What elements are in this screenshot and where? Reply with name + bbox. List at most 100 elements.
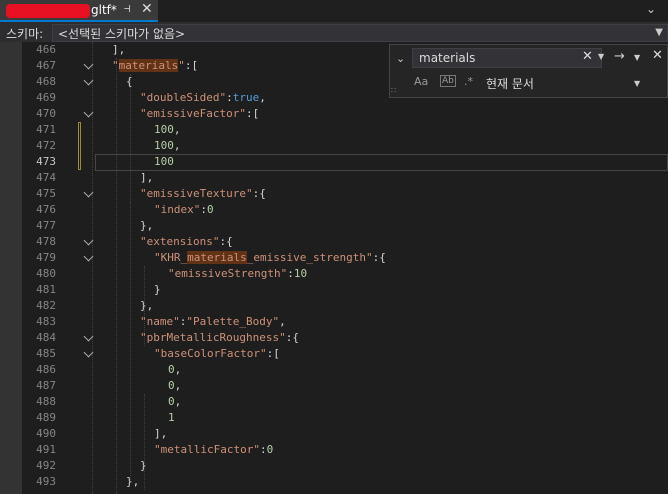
code-line[interactable]: 483 "name":"Palette_Body", (0, 314, 668, 330)
code-text: "emissiveTexture":{ (140, 187, 266, 200)
fold-chevron-icon[interactable] (83, 331, 94, 342)
fold-chevron-icon[interactable] (83, 75, 94, 86)
code-line[interactable]: 475 "emissiveTexture":{ (0, 186, 668, 202)
chevron-down-icon[interactable]: ⌄ (396, 52, 405, 65)
line-number: 487 (36, 379, 56, 392)
code-line[interactable]: 470 "emissiveFactor":[ (0, 106, 668, 122)
code-text: }, (140, 219, 154, 232)
regex-toggle[interactable]: .* (464, 75, 473, 88)
pin-icon[interactable]: ⊣ (124, 2, 131, 15)
code-line[interactable]: 492} (0, 458, 668, 474)
chevron-down-icon[interactable]: ▼ (634, 79, 640, 88)
code-line[interactable]: 486 0, (0, 362, 668, 378)
code-line[interactable]: 482}, (0, 298, 668, 314)
code-text: } (154, 283, 161, 296)
code-line[interactable]: 471 100, (0, 122, 668, 138)
code-text: 100, (154, 139, 181, 152)
resize-grip-icon[interactable]: ∷ (391, 86, 396, 95)
code-text: "materials":[ (112, 59, 199, 72)
line-number: 482 (36, 299, 56, 312)
code-line[interactable]: 485 "baseColorFactor":[ (0, 346, 668, 362)
code-line[interactable]: 487 0, (0, 378, 668, 394)
code-text: "emissiveFactor":[ (140, 107, 260, 120)
code-line[interactable]: 473 100 (0, 154, 668, 170)
line-number: 479 (36, 251, 56, 264)
fold-chevron-icon[interactable] (83, 59, 94, 70)
code-text: "emissiveStrength":10 (168, 267, 308, 280)
line-number: 471 (36, 123, 56, 136)
line-number: 492 (36, 459, 56, 472)
line-number: 469 (36, 91, 56, 104)
code-text: ], (112, 43, 126, 56)
find-history-dropdown-icon[interactable]: ▼ (598, 52, 604, 61)
schema-value: <선택된 스키마가 없음> (58, 27, 186, 41)
close-icon[interactable]: ✕ (652, 48, 663, 63)
code-line[interactable]: 472 100, (0, 138, 668, 154)
code-text: "index":0 (154, 203, 214, 216)
line-number: 478 (36, 235, 56, 248)
line-number: 470 (36, 107, 56, 120)
code-line[interactable]: 481} (0, 282, 668, 298)
code-line[interactable]: 474], (0, 170, 668, 186)
code-line[interactable]: 489 1 (0, 410, 668, 426)
fold-chevron-icon[interactable] (83, 187, 94, 198)
fold-chevron-icon[interactable] (83, 235, 94, 246)
line-number: 472 (36, 139, 56, 152)
code-line[interactable]: 476 "index":0 (0, 202, 668, 218)
code-line[interactable]: 484 "pbrMetallicRoughness":{ (0, 330, 668, 346)
code-line[interactable]: 477}, (0, 218, 668, 234)
code-text: "pbrMetallicRoughness":{ (140, 331, 299, 344)
code-line[interactable]: 490], (0, 426, 668, 442)
code-text: "name":"Palette_Body", (140, 315, 286, 328)
schema-bar: 스키마: <선택된 스키마가 없음> ▼ (0, 24, 668, 42)
code-line[interactable]: 480 "emissiveStrength":10 (0, 266, 668, 282)
line-number: 483 (36, 315, 56, 328)
code-text: 0, (168, 363, 182, 376)
document-tab[interactable]: gltf* ⊣ ✕ (0, 0, 158, 22)
fold-chevron-icon[interactable] (83, 107, 94, 118)
code-text: 0, (168, 379, 182, 392)
schema-dropdown[interactable]: <선택된 스키마가 없음> ▼ (52, 24, 668, 42)
redacted-filename (6, 4, 90, 18)
code-text: 0, (168, 395, 182, 408)
code-line[interactable]: 493}, (0, 474, 668, 490)
find-query: materials (419, 51, 476, 65)
code-text: "metallicFactor":0 (154, 443, 274, 456)
fold-chevron-icon[interactable] (83, 251, 94, 262)
code-text: "doubleSided":true, (140, 91, 266, 104)
line-number: 484 (36, 331, 56, 344)
line-number: 488 (36, 395, 56, 408)
line-number: 485 (36, 347, 56, 360)
code-text: ], (154, 427, 168, 440)
find-next-icon[interactable]: → (614, 49, 625, 64)
code-line[interactable]: 478 "extensions":{ (0, 234, 668, 250)
line-number: 473 (36, 155, 56, 168)
chevron-down-icon: ▼ (655, 27, 663, 38)
line-number: 489 (36, 411, 56, 424)
line-number: 481 (36, 283, 56, 296)
find-options-dropdown-icon[interactable]: ▼ (634, 53, 640, 62)
line-number: 480 (36, 267, 56, 280)
line-number: 490 (36, 427, 56, 440)
line-number: 486 (36, 363, 56, 376)
code-line[interactable]: 491 "metallicFactor":0 (0, 442, 668, 458)
find-scope[interactable]: 현재 문서 (486, 75, 534, 92)
line-number: 493 (36, 475, 56, 488)
code-editor[interactable]: 466], 467 "materials":[468 {469 "doubleSided… (0, 42, 668, 494)
document-tab-bar: gltf* ⊣ ✕ ⌄ (0, 0, 668, 24)
code-text: "baseColorFactor":[ (154, 347, 280, 360)
code-line[interactable]: 488 0, (0, 394, 668, 410)
code-text: ], (140, 171, 154, 184)
find-input[interactable]: materials (412, 48, 602, 68)
code-text: }, (140, 299, 154, 312)
line-number: 476 (36, 203, 56, 216)
code-text: } (140, 459, 147, 472)
fold-chevron-icon[interactable] (83, 347, 94, 358)
clear-icon[interactable]: ✕ (582, 49, 593, 64)
code-text: "KHR_materials_emissive_strength":{ (154, 251, 386, 264)
close-icon[interactable]: ✕ (141, 1, 153, 17)
code-line[interactable]: 479 "KHR_materials_emissive_strength":{ (0, 250, 668, 266)
tab-overflow-chevron-icon[interactable]: ⌄ (646, 2, 656, 16)
match-whole-word-toggle[interactable]: Ab (440, 75, 456, 87)
match-case-toggle[interactable]: Aa (414, 75, 428, 88)
